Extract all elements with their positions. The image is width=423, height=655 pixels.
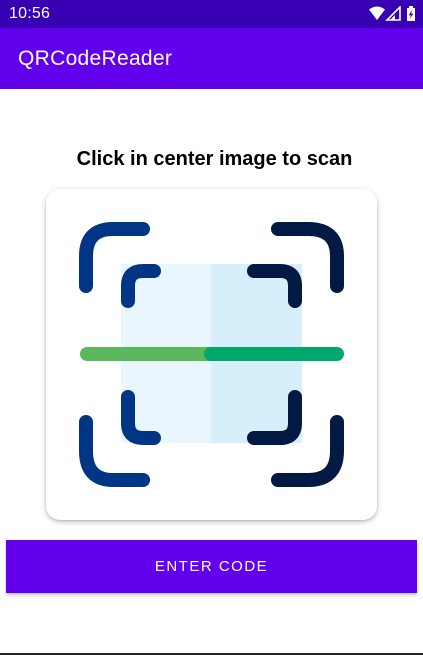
battery-icon — [407, 6, 415, 21]
app-bar: QRCodeReader — [0, 28, 423, 89]
status-icons — [369, 6, 417, 22]
status-bar: 10:56 — [0, 0, 423, 28]
status-time: 10:56 — [9, 5, 51, 22]
app-title: QRCodeReader — [18, 47, 173, 70]
signal-icon — [385, 6, 401, 21]
scan-instruction: Click in center image to scan — [76, 148, 353, 170]
qr-scan-icon[interactable] — [46, 189, 377, 520]
wifi-icon — [369, 6, 385, 20]
scan-image-card[interactable] — [46, 189, 377, 520]
enter-code-button[interactable]: ENTER CODE — [6, 540, 417, 593]
